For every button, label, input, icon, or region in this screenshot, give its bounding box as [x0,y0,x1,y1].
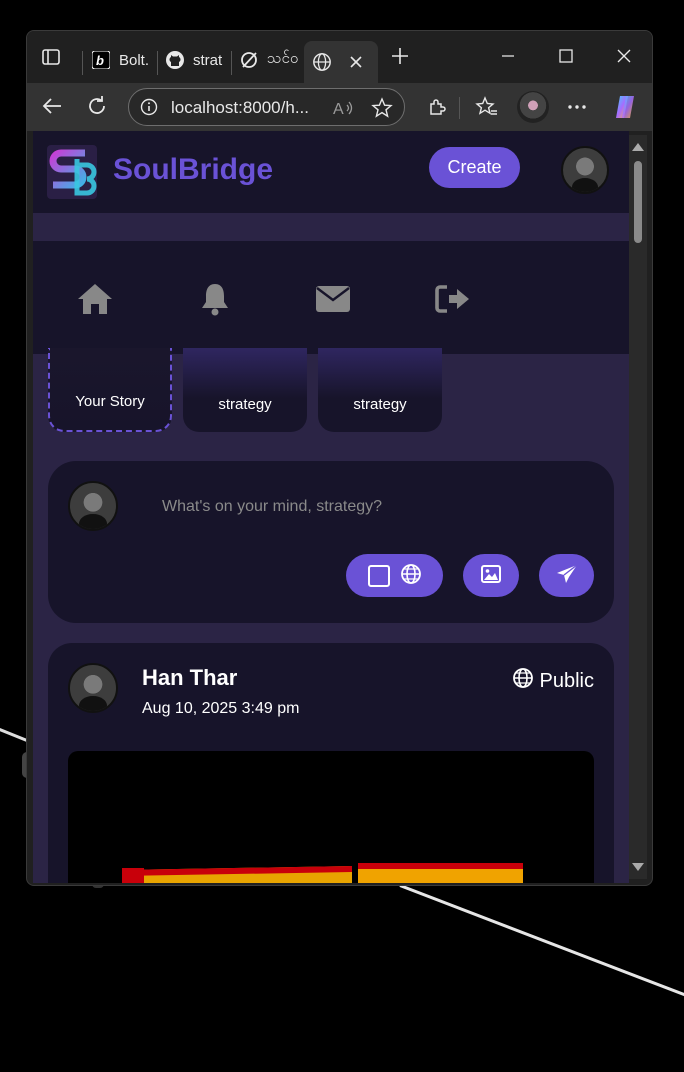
story-label: strategy [353,396,407,413]
tab-third[interactable]: သင်ဝ [239,43,305,77]
page-viewport: SoulBridge Create Your Story strategy st… [33,131,629,883]
desktop: b Bolt. strat သင်ဝ localhost:8000/h... A… [0,0,684,1072]
composer-input[interactable]: What's on your mind, strategy? [162,498,382,516]
post-author-name[interactable]: Han Thar [142,665,237,691]
maximize-icon[interactable] [555,45,577,67]
your-story-card[interactable]: Your Story [48,348,172,432]
add-image-button[interactable] [463,554,519,597]
post-author-avatar[interactable] [68,663,118,713]
scroll-up-arrow[interactable] [632,143,644,151]
copilot-icon[interactable] [611,93,639,121]
stories-row: Your Story strategy strategy [33,348,629,434]
bolt-icon: b [91,50,111,70]
post-image-content [122,865,352,883]
new-tab-icon[interactable] [389,45,411,67]
header-divider [33,213,629,241]
tab-title: သင်ဝ [267,50,299,67]
create-button[interactable]: Create [429,147,520,188]
url-text: localhost:8000/h... [171,98,309,117]
profile-avatar[interactable] [517,91,549,123]
post-visibility: Public [512,667,594,695]
tab-bolt[interactable]: b Bolt. [91,43,157,77]
paper-plane-icon [556,564,578,587]
logout-icon[interactable] [433,279,473,319]
favorites-icon[interactable] [475,95,499,119]
scroll-thumb[interactable] [634,161,642,243]
post-composer: What's on your mind, strategy? [48,461,614,623]
svg-text:b: b [96,53,104,68]
tab-active[interactable] [304,41,378,83]
minimize-icon[interactable] [497,45,519,67]
github-icon [165,50,185,70]
visibility-checkbox[interactable] [367,564,390,587]
send-post-button[interactable] [539,554,594,597]
post-image[interactable] [68,751,594,883]
post-date: Aug 10, 2025 3:49 pm [142,700,300,717]
soulbridge-logo-icon [47,145,97,199]
visibility-toggle[interactable] [346,554,443,597]
tab-title: Bolt. [119,51,150,69]
tab-github[interactable]: strat [165,43,231,77]
tab-separator [157,51,158,75]
globe-icon [512,667,534,695]
toolbar-divider [459,97,460,119]
scroll-down-arrow[interactable] [632,863,644,871]
brand-name: SoulBridge [113,153,274,186]
address-toolbar: localhost:8000/h... A [27,83,652,131]
tab-separator [82,51,83,75]
blocked-icon [239,50,259,70]
bell-icon[interactable] [195,279,235,319]
home-icon[interactable] [75,279,115,319]
story-card[interactable]: strategy [183,348,307,432]
main-nav [33,241,629,354]
favorite-star-icon[interactable] [371,97,393,124]
story-label: strategy [218,396,272,413]
globe-icon [400,563,422,588]
address-bar[interactable]: localhost:8000/h... A [128,88,405,126]
info-icon[interactable] [140,98,158,121]
read-aloud-icon[interactable]: A [333,98,355,123]
extensions-icon[interactable] [425,95,449,119]
user-avatar[interactable] [561,146,609,194]
post-visibility-label: Public [539,669,594,692]
post-image-content [122,868,144,883]
back-icon[interactable] [39,93,65,119]
globe-icon [312,52,332,72]
desktop-line [399,884,684,1002]
svg-text:A: A [333,101,344,118]
sidebar-toggle-icon[interactable] [41,47,61,67]
composer-avatar [68,481,118,531]
more-options-icon[interactable] [565,95,589,119]
story-label: Your Story [75,393,145,410]
envelope-icon[interactable] [313,279,353,319]
page-scrollbar[interactable] [629,135,647,879]
image-icon [481,565,501,586]
tab-bar: b Bolt. strat သင်ဝ [27,31,652,83]
story-card[interactable]: strategy [318,348,442,432]
close-window-icon[interactable] [613,45,635,67]
post-image-content [358,863,523,883]
tab-title: strat [193,51,223,69]
browser-window: b Bolt. strat သင်ဝ localhost:8000/h... A… [26,30,653,886]
close-tab-icon[interactable] [346,52,366,72]
tab-separator [231,51,232,75]
app-header: SoulBridge Create [33,131,629,213]
reload-icon[interactable] [84,93,110,119]
post-card: Han Thar Aug 10, 2025 3:49 pm Public [48,643,614,883]
